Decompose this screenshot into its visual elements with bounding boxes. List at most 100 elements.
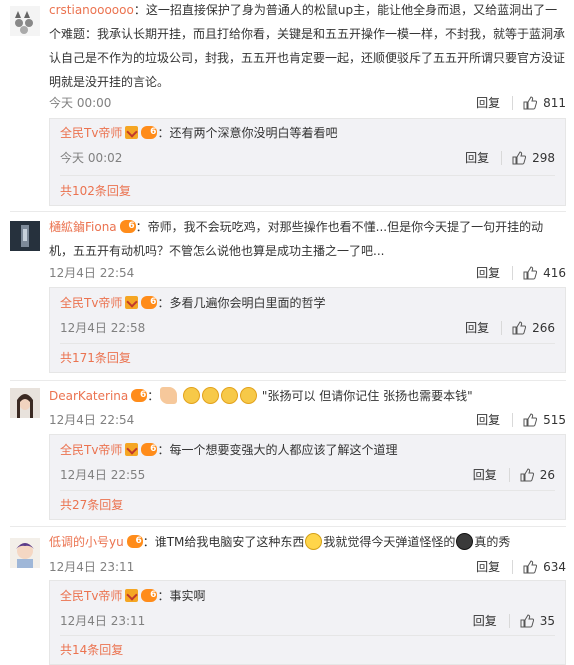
comment-text: crstianoooooo：这一招直接保护了身为普通人的松鼠up主，能让他全身而… <box>49 0 565 94</box>
username-link[interactable]: crstianoooooo <box>49 3 134 17</box>
reply-button[interactable]: 回复 <box>473 612 497 629</box>
username-link[interactable]: 樋絋鏀Fiona <box>49 220 117 234</box>
reply-time: 12月4日 22:55 <box>60 468 146 482</box>
thumbs-up-icon[interactable] <box>512 320 527 335</box>
comment-divider <box>10 211 566 212</box>
like-count: 634 <box>543 559 566 574</box>
reply-button[interactable]: 回复 <box>476 264 500 281</box>
comment-time: 12月4日 22:54 <box>49 413 135 427</box>
username-link[interactable]: 低调的小号yu <box>49 535 124 549</box>
comment-time: 12月4日 22:54 <box>49 266 135 280</box>
vip-badge-icon <box>141 296 158 309</box>
reply-time: 12月4日 23:11 <box>60 614 146 628</box>
reply-text: 全民Tv帝师 ：多看几遍你会明白里面的哲学 <box>60 294 325 311</box>
more-replies-link[interactable]: 共171条回复 <box>60 349 131 366</box>
verified-badge-icon <box>125 296 139 309</box>
verified-badge-icon <box>125 443 139 456</box>
doge-emoji-icon <box>456 533 474 550</box>
reply-body: ：多看几遍你会明白里面的哲学 <box>157 296 326 310</box>
avatar[interactable] <box>10 388 40 418</box>
reply-box: 全民Tv帝师 ：事实啊 12月4日 23:11 回复 35 共14条回复 <box>49 580 566 665</box>
reply-button[interactable]: 回复 <box>476 94 500 111</box>
username-link[interactable]: DearKaterina <box>49 389 128 403</box>
comment-body: 真的秀 <box>474 535 511 549</box>
reply-actions: 回复 266 <box>465 319 555 336</box>
thumbs-up-icon[interactable] <box>520 613 534 628</box>
reply-text: 全民Tv帝师 ：还有两个深意你没明白等着看吧 <box>60 124 337 141</box>
comment-actions: 回复 416 <box>476 264 566 281</box>
thumbs-up-icon[interactable] <box>523 412 538 427</box>
reply-text: 全民Tv帝师 ：事实啊 <box>60 587 205 604</box>
vip-badge-icon <box>126 535 143 548</box>
action-divider <box>508 467 510 482</box>
comment-actions: 回复 515 <box>476 411 566 428</box>
comment-text: DearKaterina： "张扬可以 但请你记住 张扬也需要本钱" <box>49 384 565 408</box>
comment-time: 12月4日 23:11 <box>49 560 135 574</box>
action-divider <box>501 150 503 165</box>
vip-badge-icon <box>131 389 148 402</box>
more-replies-link[interactable]: 共14条回复 <box>60 641 123 658</box>
reply-box: 全民Tv帝师 ：还有两个深意你没明白等着看吧 今天 00:02 回复 298 共1… <box>49 118 566 206</box>
comment-actions: 回复 634 <box>476 558 566 575</box>
reply-box: 全民Tv帝师：多看几遍你会明白里面的哲学 12月4日 22:58 回复 266 … <box>49 287 566 373</box>
avatar[interactable] <box>10 6 40 36</box>
thumbs-up-icon[interactable] <box>512 150 527 165</box>
comment-time: 今天 00:00 <box>49 96 112 110</box>
reply-username-link[interactable]: 全民Tv帝师 <box>60 126 122 140</box>
reply-button[interactable]: 回复 <box>465 319 489 336</box>
reply-divider <box>60 343 555 344</box>
verified-badge-icon <box>125 589 139 602</box>
like-count: 811 <box>543 95 566 110</box>
thumbs-up-icon[interactable] <box>523 95 538 110</box>
reply-body: ：每一个想要变强大的人都应该了解这个道理 <box>157 443 398 457</box>
action-divider <box>501 320 503 335</box>
comment-text: 樋絋鏀Fiona：帝师，我不会玩吃鸡，对那些操作也看不懂...但是你今天提了一句… <box>49 215 565 263</box>
like-count: 298 <box>532 150 555 165</box>
thumbs-up-icon[interactable] <box>523 265 538 280</box>
reply-username-link[interactable]: 全民Tv帝师 <box>60 296 122 310</box>
reply-body: ：还有两个深意你没明白等着看吧 <box>157 126 338 140</box>
reply-box: 全民Tv帝师 ：每一个想要变强大的人都应该了解这个道理 12月4日 22:55 回… <box>49 434 566 520</box>
avatar[interactable] <box>10 221 40 251</box>
more-replies-link[interactable]: 共27条回复 <box>60 496 123 513</box>
cat-emoji-icon <box>202 387 220 404</box>
like-count: 26 <box>539 467 555 482</box>
reply-text: 全民Tv帝师 ：每一个想要变强大的人都应该了解这个道理 <box>60 441 397 458</box>
vip-badge-icon <box>119 220 136 233</box>
reply-username-link[interactable]: 全民Tv帝师 <box>60 443 122 457</box>
like-count: 515 <box>543 412 566 427</box>
action-divider <box>512 95 514 110</box>
clap-emoji-icon <box>160 387 178 404</box>
comment-body: ：谁TM给我电脑安了这种东西 <box>142 535 305 549</box>
more-replies-link[interactable]: 共102条回复 <box>60 182 131 199</box>
reply-body: ：事实啊 <box>157 589 206 603</box>
reply-actions: 回复 26 <box>473 466 555 483</box>
laughing-emoji-icon <box>305 533 323 550</box>
cat-emoji-icon <box>221 387 239 404</box>
comment-text: 低调的小号yu ：谁TM给我电脑安了这种东西 我就觉得今天弹道怪怪的 真的秀 <box>49 530 565 554</box>
comment-body: "张扬可以 但请你记住 张扬也需要本钱" <box>261 389 473 403</box>
reply-divider <box>60 490 555 491</box>
like-count: 416 <box>543 265 566 280</box>
comment-divider <box>10 380 566 381</box>
reply-divider <box>60 175 555 176</box>
thumbs-up-icon[interactable] <box>523 559 538 574</box>
reply-divider <box>60 635 555 636</box>
reply-button[interactable]: 回复 <box>476 558 500 575</box>
action-divider <box>512 559 514 574</box>
reply-button[interactable]: 回复 <box>476 411 500 428</box>
reply-time: 12月4日 22:58 <box>60 321 146 335</box>
like-count: 266 <box>532 320 555 335</box>
comment-body: 我就觉得今天弹道怪怪的 <box>323 535 456 549</box>
reply-time: 今天 00:02 <box>60 151 123 165</box>
reply-button[interactable]: 回复 <box>473 466 497 483</box>
reply-actions: 回复 298 <box>465 149 555 166</box>
thumbs-up-icon[interactable] <box>520 467 534 482</box>
avatar[interactable] <box>10 538 40 568</box>
cat-emoji-icon <box>240 387 258 404</box>
action-divider <box>512 412 514 427</box>
reply-button[interactable]: 回复 <box>465 149 489 166</box>
comment-actions: 回复 811 <box>476 94 566 111</box>
vip-badge-icon <box>141 589 158 602</box>
reply-username-link[interactable]: 全民Tv帝师 <box>60 589 122 603</box>
